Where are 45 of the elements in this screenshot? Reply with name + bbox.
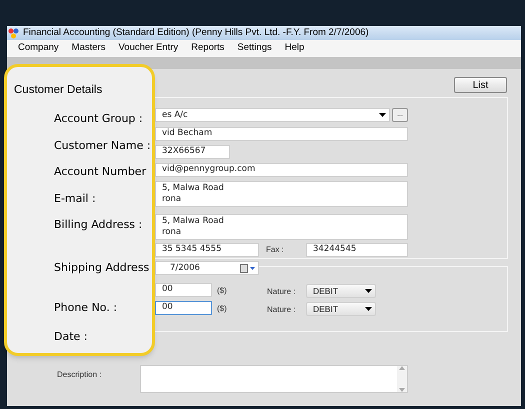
nature-label: Nature :	[267, 286, 296, 298]
billing-address-field[interactable]: 5, Malwa Road rona	[155, 181, 408, 207]
shipping-address-field[interactable]: 5, Malwa Road rona	[155, 214, 408, 240]
currency-label: ($)	[217, 285, 227, 297]
description-field[interactable]	[140, 365, 408, 393]
field-label: Account Number	[54, 165, 146, 178]
callout-title: Customer Details	[14, 83, 102, 98]
dropdown-arrow-icon	[379, 113, 386, 117]
date-field[interactable]: 7/2006	[155, 261, 259, 275]
nature-dropdown[interactable]: DEBIT	[306, 302, 376, 316]
account-number-field[interactable]: 32X66567	[155, 145, 230, 159]
menu-item[interactable]: Masters	[72, 41, 106, 56]
email-field[interactable]: vid@pennygroup.com	[155, 163, 408, 177]
scroll-up-icon[interactable]	[399, 366, 405, 370]
customer-name-field[interactable]: vid Becham	[155, 127, 408, 141]
nature-dropdown[interactable]: DEBIT	[306, 284, 376, 298]
app-logo-icon	[8, 28, 19, 38]
field-label: Billing Address :	[54, 218, 142, 231]
amount-field[interactable]: 00	[155, 301, 212, 315]
dropdown-arrow-icon	[365, 307, 372, 311]
account-group-dropdown[interactable]: es A/c	[155, 108, 390, 122]
list-button[interactable]: List	[454, 77, 507, 93]
fax-label: Fax :	[266, 244, 284, 256]
fax-field[interactable]: 34244545	[306, 243, 408, 257]
window-title: Financial Accounting (Standard Edition) (Penny Hills Pvt. Ltd. -F.Y. From 2/7/2006)	[23, 26, 369, 40]
amount-field[interactable]: 00	[155, 283, 212, 297]
nature-label: Nature :	[267, 304, 296, 316]
field-label: Account Group :	[54, 112, 143, 125]
menu-item[interactable]: Company	[18, 41, 59, 56]
field-label: Shipping Address	[54, 261, 150, 274]
menu-item[interactable]: Reports	[191, 41, 224, 56]
dropdown-arrow-icon	[365, 289, 372, 293]
scrollbar[interactable]	[397, 366, 407, 392]
menu-item[interactable]: Voucher Entry	[118, 41, 178, 56]
scroll-down-icon[interactable]	[399, 388, 405, 392]
field-label: E-mail :	[54, 192, 96, 204]
field-label: Phone No. :	[54, 301, 118, 314]
phone-field[interactable]: 35 5345 4555	[155, 243, 259, 257]
menu-item[interactable]: Settings	[237, 41, 272, 56]
menu-item[interactable]: Help	[284, 41, 304, 56]
field-label: Customer Name :	[54, 138, 151, 152]
description-label: Description :	[57, 369, 102, 381]
calendar-icon[interactable]	[240, 264, 255, 272]
field-label: Date :	[54, 330, 88, 343]
currency-label: ($)	[217, 303, 227, 315]
